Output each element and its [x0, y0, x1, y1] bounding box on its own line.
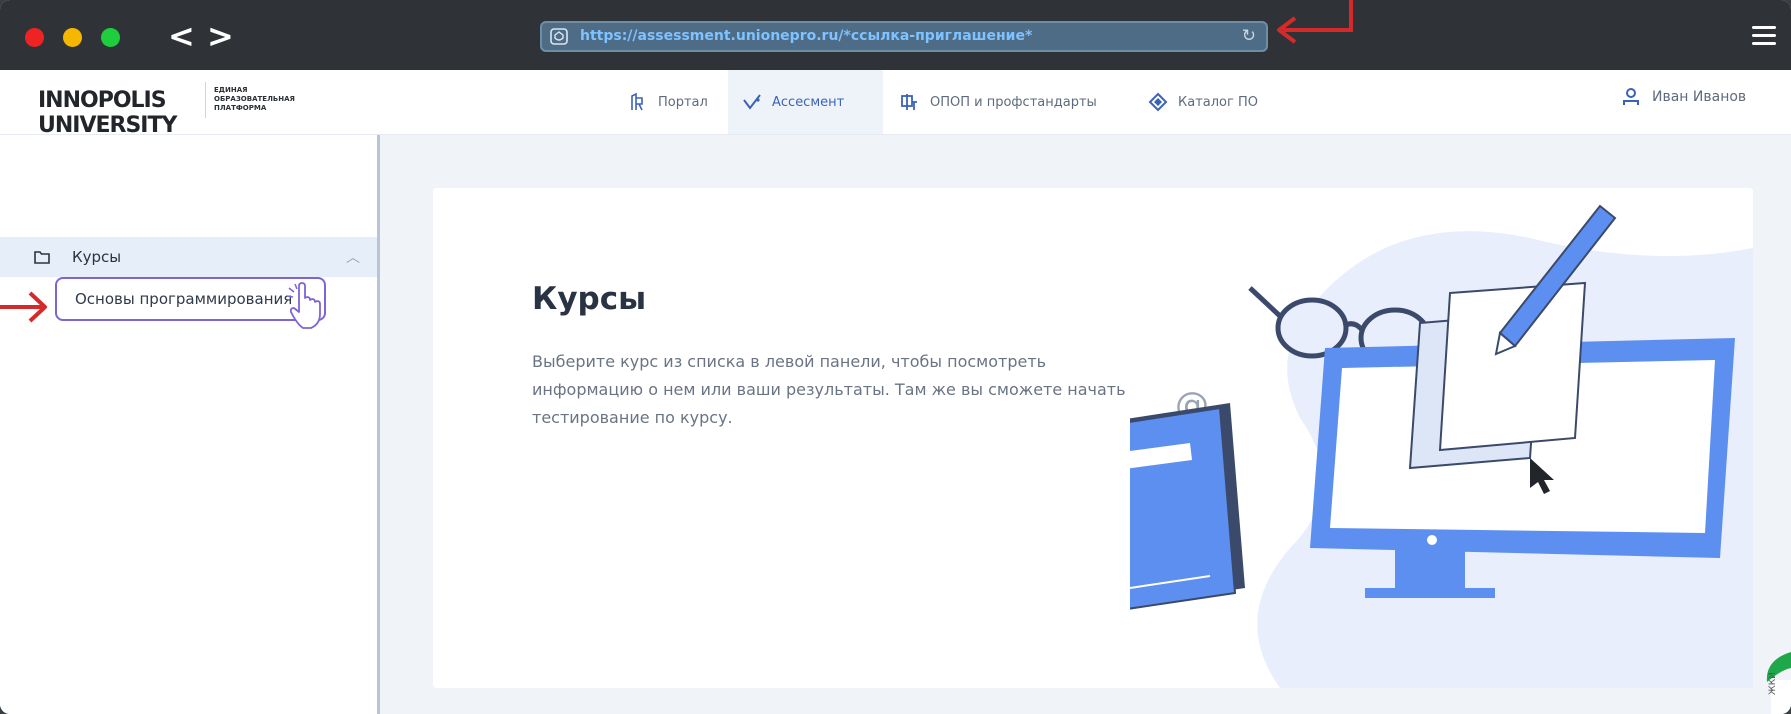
logo-text: INNOPOLIS UNIVERSITY — [38, 88, 177, 138]
address-bar[interactable]: https://assessment.unionepro.ru/*ссылка-… — [540, 21, 1268, 52]
reload-icon[interactable]: ↻ — [1242, 26, 1256, 46]
menu-icon[interactable] — [1752, 26, 1776, 46]
nav-label: Портал — [658, 94, 708, 110]
close-window-button[interactable] — [25, 28, 44, 47]
browser-window: < > https://assessment.unionepro.ru/*ссы… — [0, 0, 1791, 714]
nav-catalog[interactable]: Каталог ПО — [1148, 70, 1298, 134]
nav-label: Каталог ПО — [1178, 94, 1258, 110]
book-icon — [1130, 403, 1245, 610]
forward-button[interactable]: > — [207, 14, 234, 58]
innopolis-logo[interactable]: INNOPOLIS UNIVERSITY — [38, 82, 218, 138]
nav-label: Ассесмент — [772, 94, 845, 110]
assessment-check-icon — [743, 94, 761, 110]
page-description: Выберите курс из списка в левой панели, … — [532, 352, 1126, 427]
page-title: Курсы — [532, 281, 647, 317]
standards-icon — [901, 94, 917, 110]
logo-subtitle: ЕДИНАЯ ОБРАЗОВАТЕЛЬНАЯ ПЛАТФОРМА — [214, 86, 295, 112]
sidebar-section-label: Курсы — [72, 248, 122, 266]
nav-portal[interactable]: Портал — [620, 70, 728, 134]
maximize-window-button[interactable] — [101, 28, 120, 47]
nav-label: ОПОП и профстандарты — [930, 94, 1097, 110]
user-name: Иван Иванов — [1652, 89, 1747, 105]
annotation-arrow-icon — [0, 291, 47, 323]
edge-tab-label[interactable]: ЖКИ — [1768, 672, 1778, 695]
sidebar: Курсы ︿ Основы программирования — [0, 135, 380, 714]
sidebar-item-label: Основы программирования — [75, 290, 293, 308]
url-text: https://assessment.unionepro.ru/*ссылка-… — [580, 28, 1033, 44]
nav-assessment[interactable]: Ассесмент — [728, 70, 883, 134]
chevron-up-icon[interactable]: ︿ — [346, 247, 360, 267]
catalog-diamond-icon — [1148, 92, 1168, 112]
pointer-hand-icon — [286, 282, 321, 329]
back-button[interactable]: < — [168, 14, 195, 58]
minimize-window-button[interactable] — [63, 28, 82, 47]
user-icon — [1623, 88, 1639, 105]
site-shield-icon — [550, 28, 568, 45]
nav-standards[interactable]: ОПОП и профстандарты — [900, 70, 1120, 134]
sidebar-section-courses[interactable]: Курсы ︿ — [0, 237, 377, 277]
annotation-arrow-icon — [1277, 0, 1353, 44]
courses-illustration — [1130, 204, 1753, 688]
user-menu[interactable]: Иван Иванов — [1622, 88, 1746, 106]
folder-icon — [34, 251, 50, 264]
portal-icon — [631, 92, 643, 111]
logo-divider — [205, 82, 206, 118]
browser-toolbar: < > https://assessment.unionepro.ru/*ссы… — [0, 0, 1791, 70]
